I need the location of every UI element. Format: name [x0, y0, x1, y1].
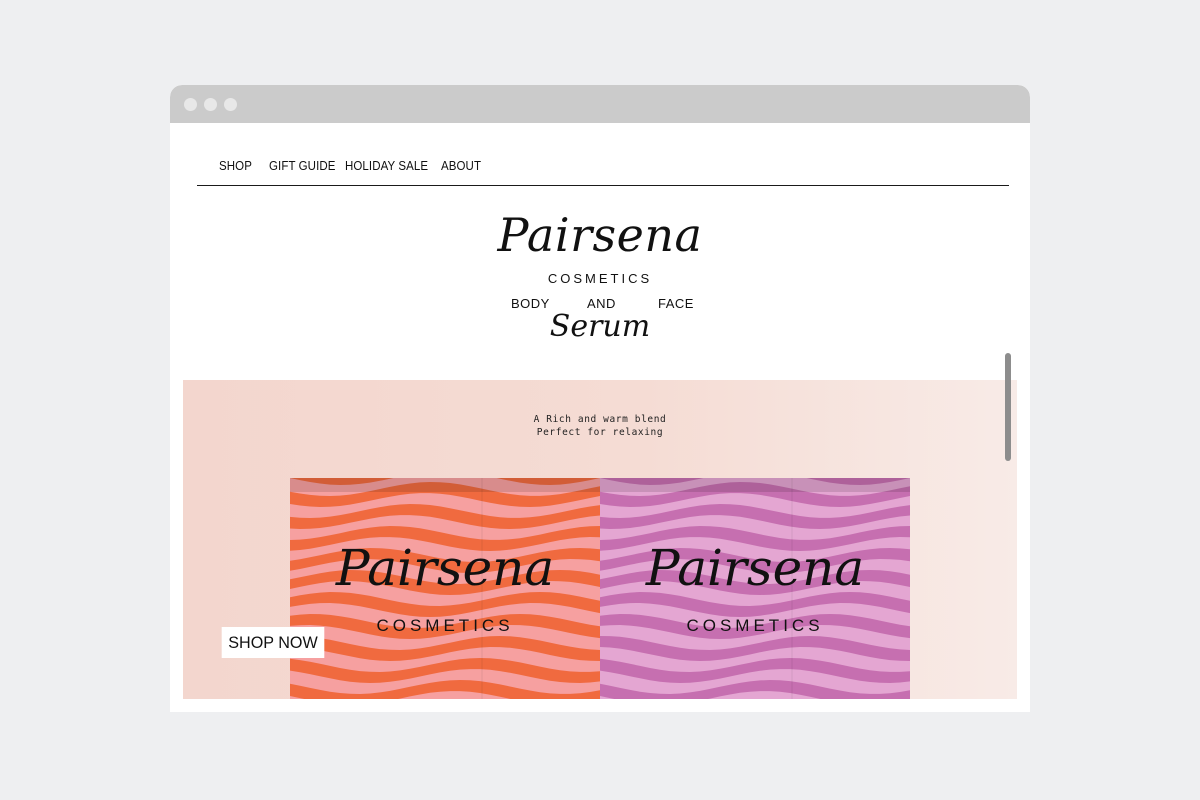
box-brand-subtitle: COSMETICS [686, 616, 824, 635]
box-brand-name: Pairsena [645, 539, 865, 597]
product-box-orange: Pairsena COSMETICS [290, 478, 600, 699]
hero-tagline-2: Perfect for relaxing [536, 427, 664, 438]
close-window-dot-icon[interactable] [184, 98, 197, 111]
brand-name: Pairsena [497, 208, 703, 262]
brand-logo: Pairsena COSMETICS BODY AND FACE Serum [470, 207, 730, 357]
browser-window: SHOP GIFT GUIDE HOLIDAY SALE ABOUT Pairs… [170, 85, 1030, 712]
browser-titlebar [170, 85, 1030, 123]
nav-item-holiday-sale[interactable]: HOLIDAY SALE [345, 159, 428, 173]
nav-item-gift-guide[interactable]: GIFT GUIDE [269, 159, 336, 173]
product-name: Serum [549, 309, 651, 344]
maximize-window-dot-icon[interactable] [224, 98, 237, 111]
minimize-window-dot-icon[interactable] [204, 98, 217, 111]
nav-item-about[interactable]: ABOUT [441, 159, 481, 173]
hero-banner: A Rich and warm blend Perfect for relaxi… [183, 380, 1017, 699]
product-box-purple: Pairsena COSMETICS [600, 478, 910, 699]
scrollbar-thumb[interactable] [1005, 353, 1011, 461]
shop-now-button[interactable]: SHOP NOW [221, 627, 325, 658]
nav-item-shop[interactable]: SHOP [219, 159, 252, 173]
brand-subtitle: COSMETICS [547, 271, 653, 286]
box-brand-name: Pairsena [335, 539, 555, 597]
box-brand-subtitle: COSMETICS [376, 616, 514, 635]
main-nav: SHOP GIFT GUIDE HOLIDAY SALE ABOUT [197, 149, 1009, 186]
hero-tagline-1: A Rich and warm blend [533, 414, 667, 425]
